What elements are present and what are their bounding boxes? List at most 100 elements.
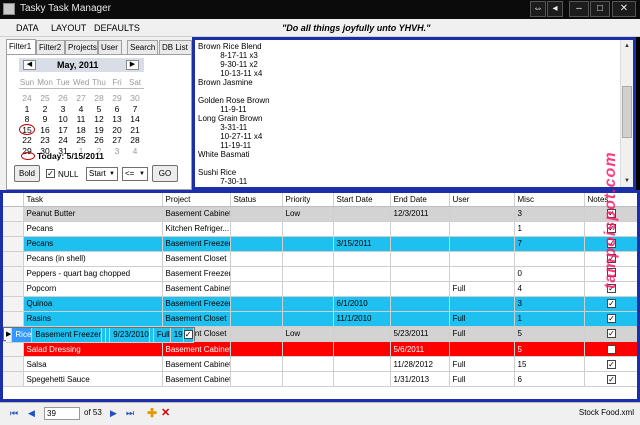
calendar-day[interactable]: 11 — [73, 114, 89, 124]
table-cell[interactable]: 3 — [514, 296, 585, 312]
month-calendar[interactable]: ◀ May, 2011 ▶ Sun Mon Tue Wed Thu Fri Sat 24 25… — [15, 55, 149, 165]
table-cell[interactable] — [390, 281, 450, 297]
calendar-day[interactable]: 14 — [127, 114, 143, 124]
table-cell[interactable] — [333, 371, 391, 387]
tab-db-list[interactable]: DB List — [159, 40, 192, 54]
table-cell[interactable]: Low — [282, 326, 334, 342]
last-record-icon[interactable]: ⏭ — [126, 408, 134, 419]
table-cell[interactable]: Pecans (in shell) — [23, 251, 163, 267]
table-cell[interactable]: Spegehetti Sauce — [23, 371, 163, 387]
table-cell[interactable]: Basement Cabinet — [162, 356, 231, 372]
row-selector[interactable] — [3, 311, 24, 327]
calendar-day[interactable]: 8 — [19, 114, 35, 124]
calendar-day[interactable]: 5 — [91, 104, 107, 114]
close-button[interactable]: ✕ — [612, 1, 636, 17]
table-cell[interactable]: Peanut Butter — [23, 206, 163, 222]
table-row[interactable]: Pecans (in shell) Basement Closet ✓ — [3, 251, 637, 267]
table-cell[interactable]: 1 — [514, 221, 585, 237]
maximize-button[interactable]: □ — [590, 1, 610, 17]
table-cell[interactable]: Rasins — [23, 311, 163, 327]
null-checkbox[interactable]: ✓ — [46, 169, 55, 178]
calendar-day[interactable]: 24 — [55, 135, 71, 145]
table-cell[interactable] — [230, 281, 283, 297]
table-row[interactable]: Peppers - quart bag chopped Basement Free… — [3, 266, 637, 282]
table-row[interactable]: Peanut Butter Basement Cabinet Low 12/3/201… — [3, 206, 637, 222]
table-cell[interactable]: Salsa — [23, 356, 163, 372]
table-cell[interactable]: 11/1/2010 — [333, 311, 391, 327]
table-cell[interactable]: Basement Cabinet — [162, 206, 231, 222]
table-cell[interactable]: 19 — [170, 327, 184, 343]
notes-checkbox[interactable]: ✓ — [607, 329, 616, 339]
tab-filter2[interactable]: Filter2 — [36, 40, 65, 54]
table-cell[interactable]: 11/28/2012 — [390, 356, 450, 372]
notes-scrollbar[interactable]: ▲ ▼ — [620, 40, 633, 187]
column-header[interactable]: Task — [23, 193, 163, 207]
row-selector[interactable] — [3, 341, 24, 357]
table-cell[interactable]: Full — [153, 327, 171, 343]
tab-projects[interactable]: Projects — [65, 40, 98, 54]
row-selector[interactable] — [3, 281, 24, 297]
table-cell[interactable]: Basement Closet — [162, 311, 231, 327]
menu-data[interactable]: DATA — [16, 23, 39, 33]
go-button[interactable]: GO — [152, 165, 178, 182]
table-cell[interactable]: Full — [449, 311, 515, 327]
row-selector[interactable] — [3, 296, 24, 312]
calendar-day[interactable]: 27 — [109, 135, 125, 145]
notes-checkbox[interactable]: ✓ — [607, 224, 616, 233]
table-cell[interactable] — [390, 266, 450, 282]
table-cell[interactable] — [449, 251, 515, 267]
calendar-day[interactable]: 24 — [19, 93, 35, 103]
calendar-day[interactable]: 26 — [91, 135, 107, 145]
row-selector[interactable] — [3, 206, 24, 222]
table-cell[interactable] — [282, 281, 334, 297]
calendar-day[interactable]: 23 — [37, 135, 53, 145]
calendar-day[interactable]: 29 — [109, 93, 125, 103]
table-cell[interactable] — [230, 326, 283, 342]
table-cell[interactable] — [230, 296, 283, 312]
table-cell[interactable]: Basement Freezer — [162, 296, 231, 312]
table-cell[interactable]: 4 — [514, 281, 585, 297]
calendar-day[interactable]: 13 — [109, 114, 125, 124]
column-header[interactable]: Priority — [282, 193, 334, 207]
table-cell[interactable] — [230, 371, 283, 387]
back-icon[interactable]: ◂ — [547, 1, 563, 17]
table-cell[interactable]: Full — [449, 281, 515, 297]
table-row[interactable]: ▶ Rice Basement Freezer 9/23/2010 Full 19 ✓ — [3, 326, 195, 343]
table-cell[interactable] — [333, 281, 391, 297]
table-cell[interactable]: 5/6/2011 — [390, 341, 450, 357]
table-cell[interactable] — [282, 356, 334, 372]
prev-month-icon[interactable]: ◀ — [23, 60, 36, 70]
next-month-icon[interactable]: ▶ — [126, 60, 139, 70]
table-cell[interactable]: Rice — [11, 327, 33, 343]
table-cell[interactable] — [282, 311, 334, 327]
table-cell[interactable] — [282, 341, 334, 357]
table-row[interactable]: Salsa Basement Cabinet 11/28/2012 Full 15 ✓ — [3, 356, 637, 372]
table-cell[interactable] — [230, 356, 283, 372]
calendar-day[interactable]: 28 — [127, 135, 143, 145]
operator-select[interactable]: <= ▼ — [122, 167, 148, 181]
table-cell[interactable] — [282, 371, 334, 387]
table-row[interactable]: Popcorn Basement Cabinet Full 4 ✓ — [3, 281, 637, 297]
table-cell[interactable] — [230, 251, 283, 267]
calendar-day[interactable]: 27 — [73, 93, 89, 103]
table-row[interactable]: Rasins Basement Closet 11/1/2010 Full 1 ✓ — [3, 311, 637, 327]
table-cell[interactable]: 0 — [514, 266, 585, 282]
field-select[interactable]: Start ▼ — [86, 167, 118, 181]
calendar-day[interactable]: 1 — [19, 104, 35, 114]
calendar-day[interactable]: 25 — [73, 135, 89, 145]
calendar-day[interactable]: 25 — [37, 93, 53, 103]
calendar-day[interactable]: 30 — [127, 93, 143, 103]
table-cell[interactable]: 5/23/2011 — [390, 326, 450, 342]
notes-checkbox[interactable]: ✓ — [607, 344, 616, 354]
table-cell[interactable]: 6 — [514, 371, 585, 387]
table-cell[interactable]: 1 — [514, 311, 585, 327]
row-selector[interactable] — [3, 356, 24, 372]
notes-checkbox[interactable]: ✓ — [183, 329, 193, 339]
table-row[interactable]: Quinoa Basement Freezer 6/1/2010 3 ✓ — [3, 296, 637, 312]
table-cell[interactable]: Quinoa — [23, 296, 163, 312]
table-cell[interactable]: Basement Freezer — [31, 327, 103, 343]
calendar-day[interactable]: 28 — [91, 93, 107, 103]
menu-defaults[interactable]: DEFAULTS — [94, 23, 140, 33]
table-cell[interactable]: Kitchen Refriger... — [162, 221, 231, 237]
task-grid[interactable]: Task Project Status Priority Start Date End D… — [0, 190, 640, 402]
